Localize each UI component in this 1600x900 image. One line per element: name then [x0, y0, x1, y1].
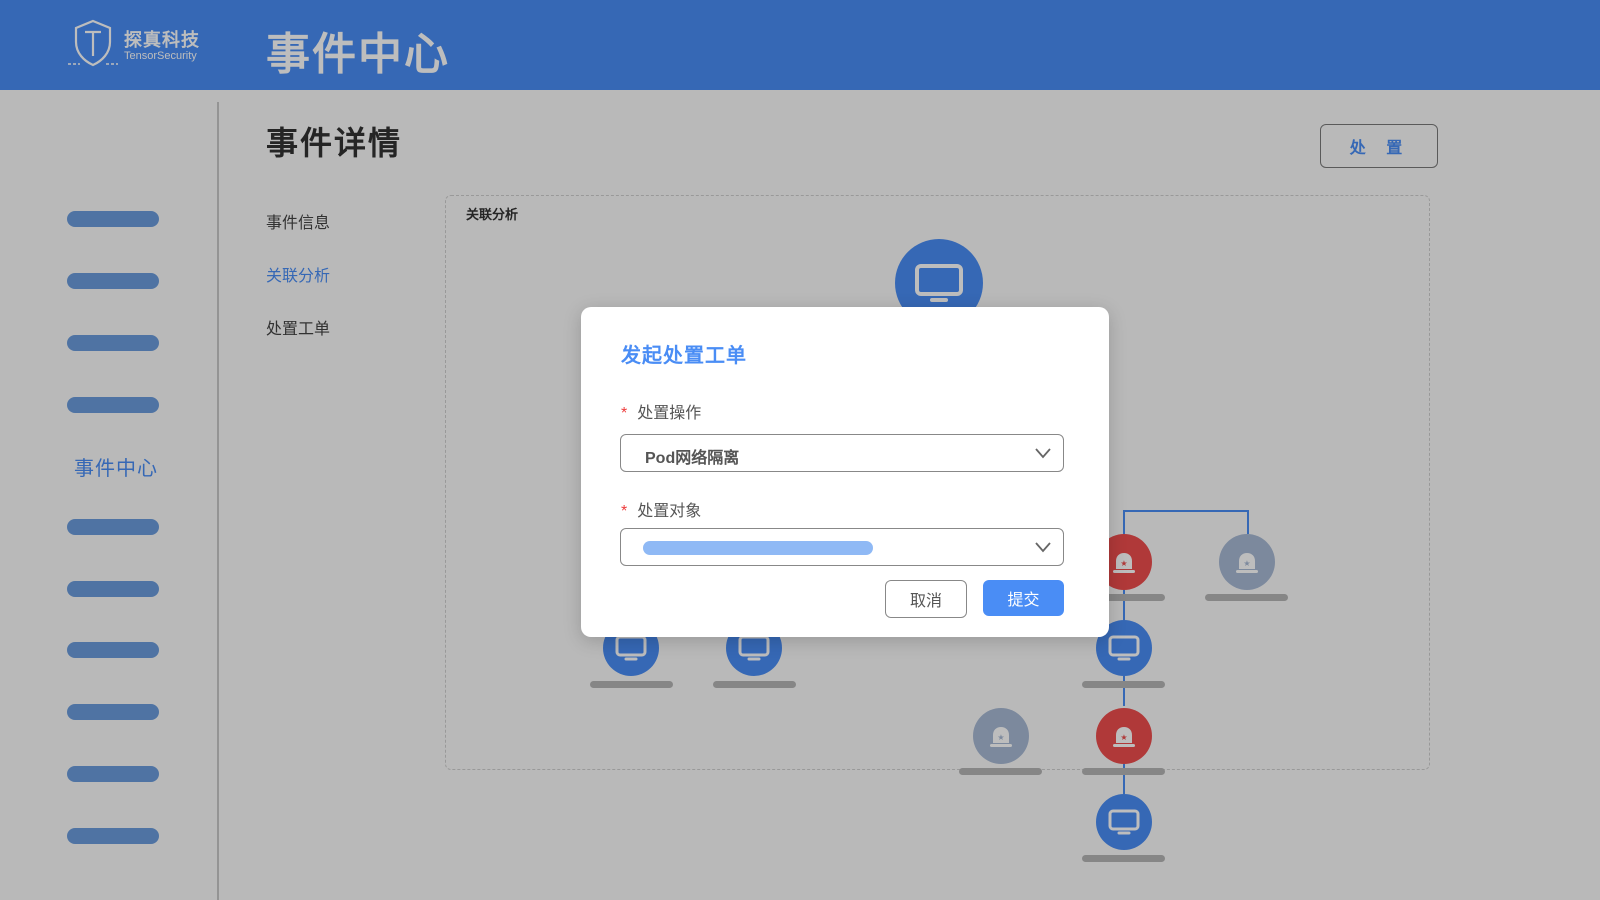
required-mark: * [621, 405, 628, 422]
required-mark: * [621, 503, 628, 520]
work-order-modal: 发起处置工单 * 处置操作 Pod网络隔离 * 处置对象 取消 提交 [581, 307, 1109, 637]
dispose-target-select[interactable] [620, 528, 1064, 566]
dispose-action-value: Pod网络隔离 [645, 450, 740, 467]
dispose-action-select[interactable]: Pod网络隔离 [620, 434, 1064, 472]
dispose-target-label: * 处置对象 [621, 497, 701, 521]
dispose-action-label: * 处置操作 [621, 399, 701, 423]
cancel-button[interactable]: 取消 [885, 580, 967, 618]
chevron-down-icon [1035, 448, 1051, 459]
submit-button[interactable]: 提交 [983, 580, 1064, 616]
dispose-action-label-text: 处置操作 [637, 405, 702, 422]
dispose-target-placeholder-bar [643, 541, 873, 555]
chevron-down-icon [1035, 542, 1051, 553]
modal-title: 发起处置工单 [621, 345, 747, 367]
dispose-target-label-text: 处置对象 [637, 503, 702, 520]
